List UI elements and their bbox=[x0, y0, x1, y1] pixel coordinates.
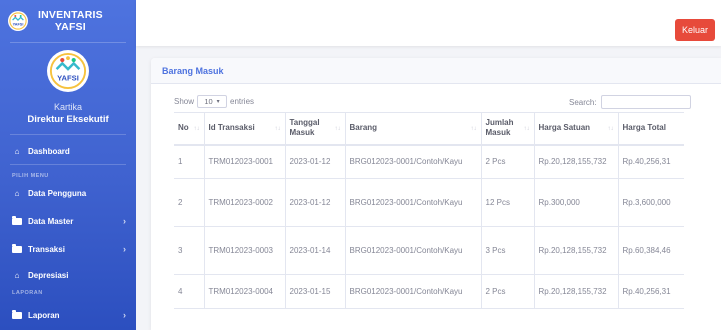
cell-harga-satuan: Rp.300,000 bbox=[534, 178, 619, 227]
entries-select[interactable]: 10 ▾ bbox=[197, 95, 228, 108]
column-header-id-transaksi[interactable]: Id Transaksi ↑↓ bbox=[204, 112, 286, 146]
cell-harga-satuan: Rp.20,128,155,732 bbox=[534, 226, 619, 275]
search-control: Search: bbox=[569, 95, 691, 109]
profile-role: Direktur Eksekutif bbox=[27, 114, 109, 125]
nav-label: Data Pengguna bbox=[28, 188, 87, 198]
home-icon: ⌂ bbox=[14, 188, 20, 198]
nav-data-master[interactable]: Data Master › bbox=[0, 212, 136, 230]
home-icon: ⌂ bbox=[14, 270, 20, 280]
cell-harga-total: Rp.40,256,31 bbox=[618, 274, 684, 309]
folder-icon bbox=[12, 243, 22, 253]
nav-laporan[interactable]: Laporan › bbox=[0, 306, 136, 324]
cell-barang: BRG012023-0001/Contoh/Kayu bbox=[345, 144, 482, 179]
cell-jumlah-masuk: 2 Pcs bbox=[481, 274, 535, 309]
cell-jumlah-masuk: 2 Pcs bbox=[481, 144, 535, 179]
table-header-row: No ↑↓ Id Transaksi ↑↓ Tanggal Masuk ↑↓ Bara… bbox=[174, 112, 684, 146]
svg-text:YAFSI: YAFSI bbox=[57, 74, 79, 83]
table-row: 3 TRM012023-0003 2023-01-14 BRG012023-00… bbox=[174, 226, 684, 275]
nav-heading-menu: PILIH MENU bbox=[12, 173, 49, 179]
column-header-harga-total[interactable]: Harga Total bbox=[618, 112, 684, 146]
nav-depresiasi[interactable]: ⌂ Depresiasi bbox=[0, 266, 136, 284]
sidebar-brand[interactable]: YAFSI INVENTARIS YAFSI bbox=[0, 0, 136, 42]
table-row: 2 TRM012023-0002 2023-01-12 BRG012023-00… bbox=[174, 178, 684, 227]
cell-no: 2 bbox=[174, 178, 205, 227]
table-controls: Show 10 ▾ entries Search: bbox=[151, 84, 721, 112]
cell-no: 1 bbox=[174, 144, 205, 179]
cell-tanggal-masuk: 2023-01-12 bbox=[285, 178, 346, 227]
brand-subtitle: YAFSI bbox=[54, 21, 86, 33]
nav-data-pengguna[interactable]: ⌂ Data Pengguna bbox=[0, 184, 136, 202]
topbar: Keluar bbox=[136, 0, 721, 46]
barang-masuk-table: No ↑↓ Id Transaksi ↑↓ Tanggal Masuk ↑↓ Bara… bbox=[174, 112, 684, 309]
table-row: 4 TRM012023-0004 2023-01-15 BRG012023-00… bbox=[174, 274, 684, 309]
logout-button[interactable]: Keluar bbox=[674, 19, 715, 41]
home-icon: ⌂ bbox=[14, 146, 20, 156]
nav-label: Data Master bbox=[28, 216, 74, 226]
chevron-right-icon: › bbox=[123, 244, 126, 254]
table-row: 1 TRM012023-0001 2023-01-12 BRG012023-00… bbox=[174, 144, 684, 179]
chevron-right-icon: › bbox=[123, 310, 126, 320]
cell-id-transaksi: TRM012023-0001 bbox=[204, 144, 286, 179]
nav-label: Dashboard bbox=[28, 146, 70, 156]
column-header-no[interactable]: No ↑↓ bbox=[174, 112, 205, 146]
cell-id-transaksi: TRM012023-0003 bbox=[204, 226, 286, 275]
cell-harga-total: Rp.60,384,46 bbox=[618, 226, 684, 275]
cell-harga-total: Rp.40,256,31 bbox=[618, 144, 684, 179]
nav-label: Laporan bbox=[28, 310, 60, 320]
entries-value: 10 bbox=[204, 97, 213, 106]
cell-barang: BRG012023-0001/Contoh/Kayu bbox=[345, 274, 482, 309]
cell-id-transaksi: TRM012023-0002 bbox=[204, 178, 286, 227]
nav-label: Transaksi bbox=[28, 244, 65, 254]
sort-icon: ↑↓ bbox=[334, 126, 341, 132]
column-header-barang[interactable]: Barang ↑↓ bbox=[345, 112, 482, 146]
cell-barang: BRG012023-0001/Contoh/Kayu bbox=[345, 178, 482, 227]
nav-divider bbox=[10, 134, 126, 135]
folder-icon bbox=[12, 215, 22, 225]
svg-text:YAFSI: YAFSI bbox=[13, 23, 24, 27]
nav-divider bbox=[10, 164, 126, 165]
cell-harga-total: Rp.3,600,000 bbox=[618, 178, 684, 227]
cell-jumlah-masuk: 3 Pcs bbox=[481, 226, 535, 275]
profile-logo-icon: YAFSI bbox=[47, 50, 89, 92]
column-header-jumlah-masuk[interactable]: Jumlah Masuk ↑↓ bbox=[481, 112, 535, 146]
show-label: Show bbox=[174, 97, 195, 106]
nav-heading-laporan: LAPORAN bbox=[12, 290, 43, 296]
nav-dashboard[interactable]: ⌂ Dashboard bbox=[0, 142, 136, 160]
sidebar: YAFSI INVENTARIS YAFSI YAFSI Kartika Dir… bbox=[0, 0, 136, 330]
sort-icon: ↑↓ bbox=[193, 126, 200, 132]
sort-icon: ↑↓ bbox=[274, 126, 281, 132]
entries-label: entries bbox=[230, 97, 255, 106]
select-arrow-icon: ▾ bbox=[216, 99, 220, 105]
cell-tanggal-masuk: 2023-01-14 bbox=[285, 226, 346, 275]
user-profile: YAFSI Kartika Direktur Eksekutif bbox=[0, 43, 136, 125]
entries-length-control: Show 10 ▾ entries bbox=[174, 95, 254, 108]
cell-jumlah-masuk: 12 Pcs bbox=[481, 178, 535, 227]
cell-barang: BRG012023-0001/Contoh/Kayu bbox=[345, 226, 482, 275]
cell-harga-satuan: Rp.20,128,155,732 bbox=[534, 144, 619, 179]
nav-label: Depresiasi bbox=[28, 270, 69, 280]
sort-icon: ↑↓ bbox=[470, 126, 477, 132]
chevron-right-icon: › bbox=[123, 216, 126, 226]
cell-harga-satuan: Rp.20,128,155,732 bbox=[534, 274, 619, 309]
column-header-tanggal-masuk[interactable]: Tanggal Masuk ↑↓ bbox=[285, 112, 346, 146]
cell-tanggal-masuk: 2023-01-12 bbox=[285, 144, 346, 179]
profile-name: Kartika bbox=[53, 102, 82, 112]
cell-no: 4 bbox=[174, 274, 205, 309]
barang-masuk-card: Barang Masuk Show 10 ▾ entries Search: N… bbox=[151, 58, 721, 330]
cell-no: 3 bbox=[174, 226, 205, 275]
folder-icon bbox=[12, 309, 22, 319]
sort-icon: ↑↓ bbox=[607, 126, 614, 132]
brand-title: INVENTARIS bbox=[38, 9, 103, 21]
search-input[interactable] bbox=[600, 95, 691, 109]
search-label: Search: bbox=[569, 97, 597, 107]
sort-icon: ↑↓ bbox=[523, 126, 530, 132]
cell-id-transaksi: TRM012023-0004 bbox=[204, 274, 286, 309]
nav-transaksi[interactable]: Transaksi › bbox=[0, 240, 136, 258]
yafsi-logo-icon: YAFSI bbox=[8, 11, 28, 31]
column-header-harga-satuan[interactable]: Harga Satuan ↑↓ bbox=[534, 112, 619, 146]
cell-tanggal-masuk: 2023-01-15 bbox=[285, 274, 346, 309]
card-title: Barang Masuk bbox=[151, 58, 721, 84]
